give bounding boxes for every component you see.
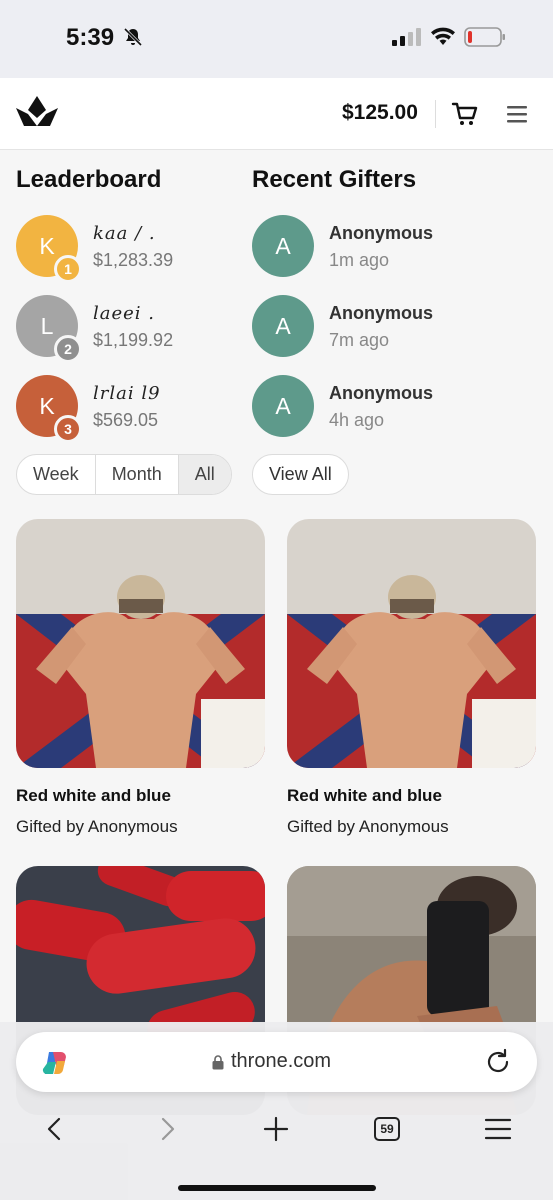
gift-image[interactable] bbox=[16, 519, 265, 768]
gift-title[interactable]: Red white and blue bbox=[287, 786, 442, 806]
avatar: A bbox=[252, 375, 314, 437]
copilot-icon[interactable] bbox=[40, 1048, 70, 1078]
gifter-name: kaa / . bbox=[93, 223, 156, 244]
recent-gifter-row[interactable]: A Anonymous 1m ago bbox=[252, 215, 532, 279]
browser-toolbar: throne.com 59 bbox=[0, 1022, 553, 1200]
filter-month-button[interactable]: Month bbox=[96, 455, 179, 494]
cart-icon[interactable] bbox=[451, 100, 479, 128]
tabs-button[interactable]: 59 bbox=[373, 1115, 401, 1143]
forward-icon[interactable] bbox=[153, 1115, 181, 1143]
status-time: 5:39 bbox=[66, 24, 115, 51]
gift-time: 7m ago bbox=[329, 330, 390, 350]
status-bar: 5:39 bbox=[0, 0, 553, 78]
filter-week-button[interactable]: Week bbox=[17, 455, 96, 494]
reload-icon[interactable] bbox=[483, 1047, 513, 1077]
back-icon[interactable] bbox=[41, 1115, 69, 1143]
leaderboard-row[interactable]: K 3 lrlai l9 $569.05 bbox=[16, 375, 246, 443]
lock-icon bbox=[212, 1055, 224, 1070]
recent-gifters-title: Recent Gifters bbox=[252, 166, 417, 193]
gift-time: 4h ago bbox=[329, 410, 385, 430]
battery-low-icon bbox=[464, 27, 505, 47]
gifter-name: laeei . bbox=[93, 303, 155, 324]
header-divider bbox=[435, 100, 436, 128]
browser-menu-icon[interactable] bbox=[484, 1115, 512, 1143]
address-bar[interactable]: throne.com bbox=[16, 1032, 537, 1092]
avatar: A bbox=[252, 215, 314, 277]
rank-badge: 3 bbox=[54, 415, 82, 443]
period-filter: Week Month All bbox=[16, 454, 232, 495]
gifter-name: lrlai l9 bbox=[93, 383, 161, 404]
gifter-name: Anonymous bbox=[329, 383, 434, 403]
gift-amount: $1,199.92 bbox=[93, 330, 174, 350]
site-header: $125.00 bbox=[0, 78, 553, 150]
recent-gifter-row[interactable]: A Anonymous 4h ago bbox=[252, 375, 532, 439]
cellular-signal-icon bbox=[392, 28, 421, 46]
bell-muted-icon bbox=[123, 27, 143, 47]
crown-logo-icon[interactable] bbox=[16, 96, 58, 130]
gift-title[interactable]: Red white and blue bbox=[16, 786, 171, 806]
gifter-name: Anonymous bbox=[329, 303, 434, 323]
rank-badge: 2 bbox=[54, 335, 82, 363]
tab-count: 59 bbox=[374, 1117, 400, 1141]
hamburger-menu-icon[interactable] bbox=[505, 102, 529, 126]
gift-image[interactable] bbox=[287, 519, 536, 768]
new-tab-icon[interactable] bbox=[262, 1115, 290, 1143]
view-all-button[interactable]: View All bbox=[252, 454, 349, 495]
recent-gifter-row[interactable]: A Anonymous 7m ago bbox=[252, 295, 532, 359]
leaderboard-title: Leaderboard bbox=[16, 166, 162, 193]
avatar: A bbox=[252, 295, 314, 357]
leaderboard-row[interactable]: K 1 kaa / . $1,283.39 bbox=[16, 215, 246, 283]
url-text[interactable]: throne.com bbox=[231, 1050, 331, 1073]
filter-all-button[interactable]: All bbox=[178, 455, 231, 494]
rank-badge: 1 bbox=[54, 255, 82, 283]
gifter-name: Anonymous bbox=[329, 223, 434, 243]
gift-gifted-by: Gifted by Anonymous bbox=[16, 817, 178, 836]
gift-time: 1m ago bbox=[329, 250, 390, 270]
balance-amount[interactable]: $125.00 bbox=[342, 101, 418, 125]
wifi-icon bbox=[431, 27, 455, 45]
gift-amount: $1,283.39 bbox=[93, 250, 174, 270]
gift-photo bbox=[16, 519, 265, 768]
gift-gifted-by: Gifted by Anonymous bbox=[287, 817, 449, 836]
home-indicator[interactable] bbox=[178, 1185, 376, 1191]
gift-amount: $569.05 bbox=[93, 410, 159, 430]
leaderboard-row[interactable]: L 2 laeei . $1,199.92 bbox=[16, 295, 246, 363]
gift-photo bbox=[287, 519, 536, 768]
